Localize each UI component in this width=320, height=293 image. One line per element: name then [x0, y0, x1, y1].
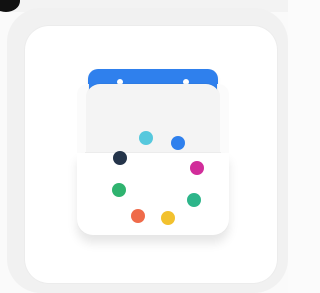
calendar-sheet-top	[86, 84, 220, 154]
screenshot-canvas	[0, 0, 288, 293]
app-icon[interactable]	[25, 26, 277, 283]
dot-magenta	[190, 161, 204, 175]
dot-navy	[113, 151, 127, 165]
calendar-fold-line	[85, 152, 221, 153]
app-icon-frame	[7, 8, 288, 293]
dot-orange	[131, 209, 145, 223]
calendar-sheet-bottom	[77, 153, 229, 235]
calendar-icon	[25, 26, 277, 283]
dot-cyan	[139, 131, 153, 145]
dot-blue	[171, 136, 185, 150]
dot-yellow	[161, 211, 175, 225]
dot-green-right	[187, 193, 201, 207]
dot-green-left	[112, 183, 126, 197]
